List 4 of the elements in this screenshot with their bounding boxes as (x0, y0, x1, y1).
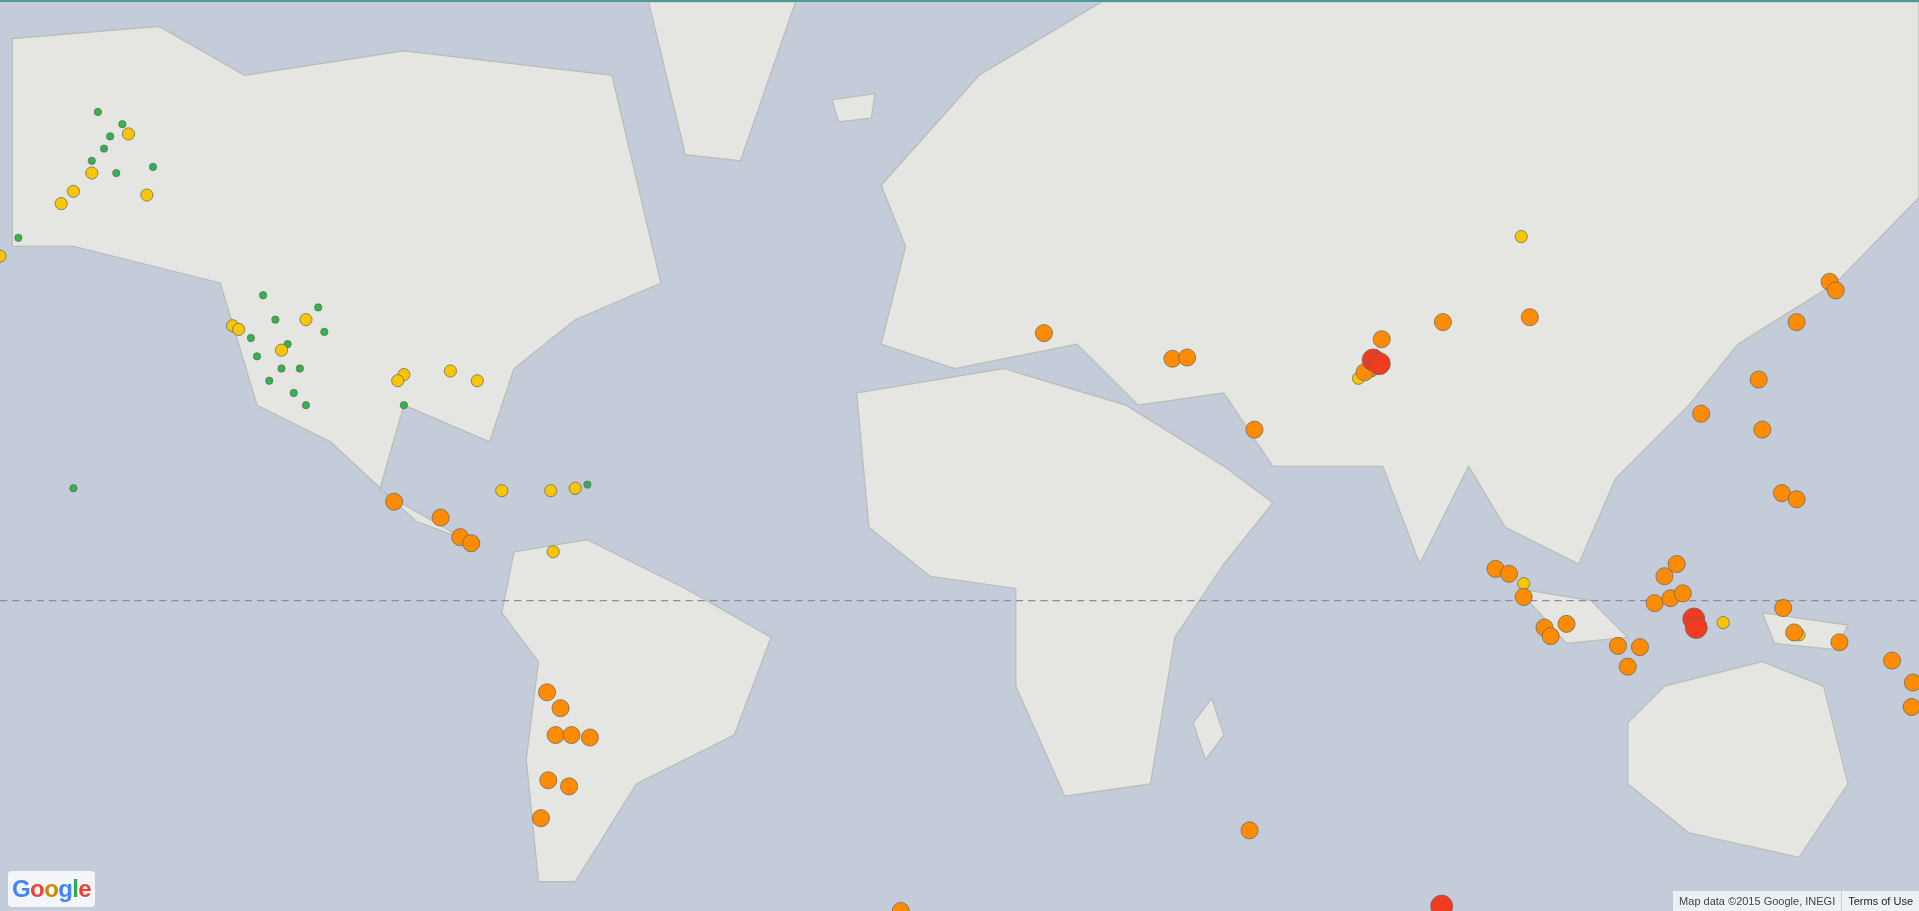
terms-of-use-link[interactable]: Terms of Use (1842, 890, 1919, 911)
world-map-drawing[interactable] (0, 2, 1919, 911)
map-attribution: Map data ©2015 Google, INEGI (1673, 890, 1842, 911)
map-logo[interactable]: Google (8, 871, 96, 907)
